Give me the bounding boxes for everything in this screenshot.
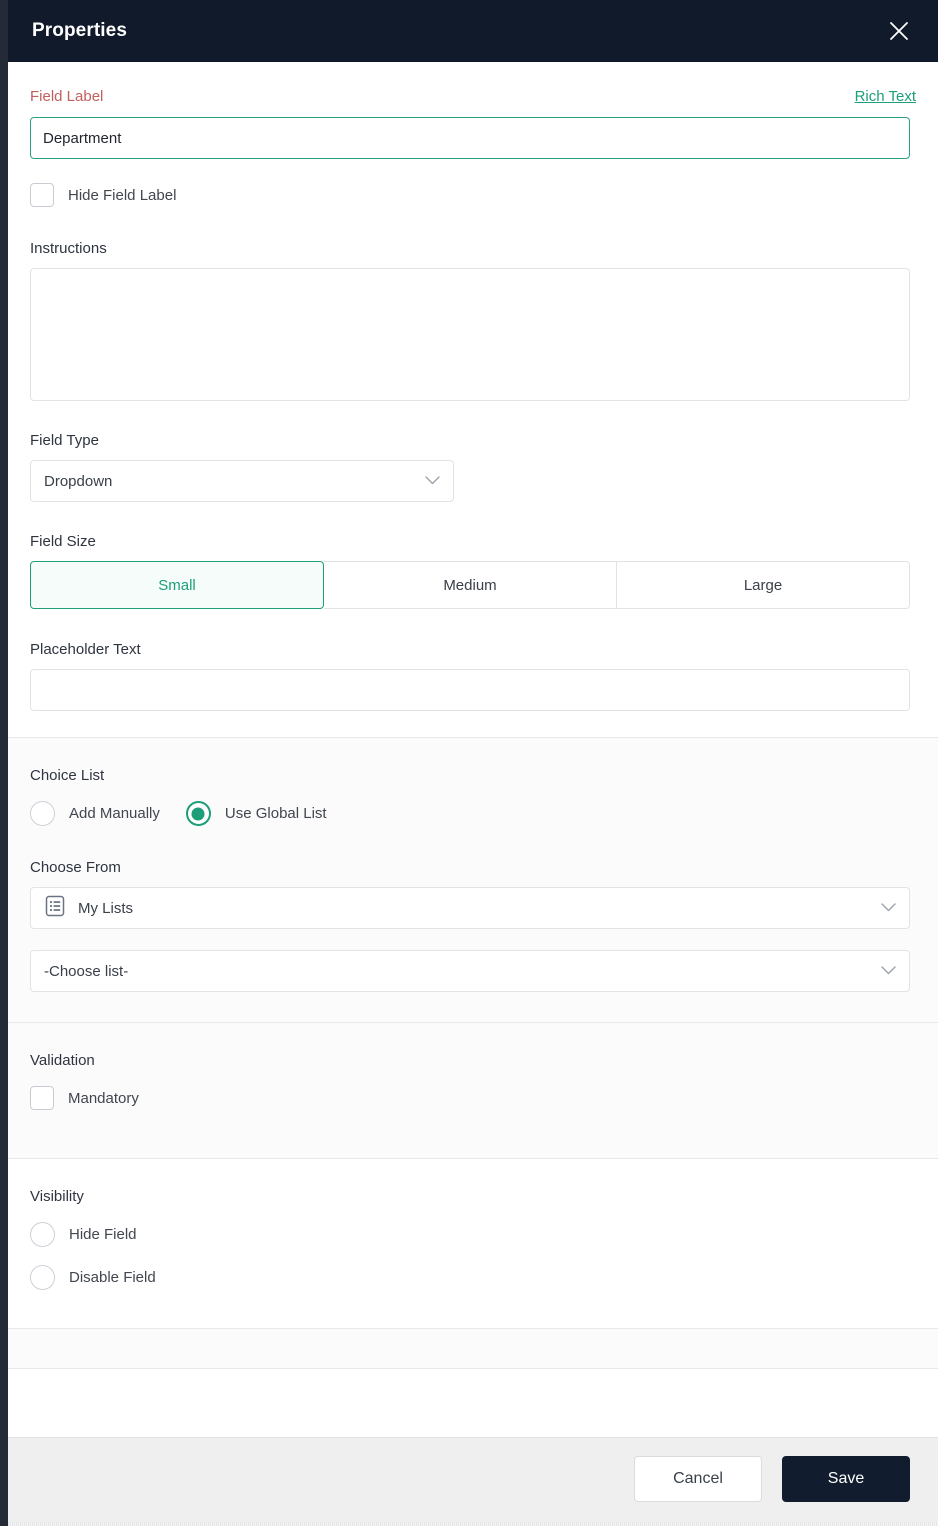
field-size-segmented-control: Small Medium Large: [30, 561, 910, 609]
rich-text-link[interactable]: Rich Text: [855, 88, 916, 105]
choose-list-select[interactable]: -Choose list-: [30, 950, 910, 992]
placeholder-text-caption: Placeholder Text: [30, 642, 916, 657]
validation-caption: Validation: [30, 1053, 916, 1068]
chevron-down-icon: [881, 899, 896, 917]
mandatory-row[interactable]: Mandatory: [30, 1086, 916, 1110]
choose-list-value: -Choose list-: [44, 963, 128, 980]
dialog-titlebar: Properties: [0, 0, 938, 62]
radio-hide-field[interactable]: [30, 1222, 55, 1247]
field-basics-section: Field Label Rich Text Hide Field Label I…: [8, 62, 938, 737]
choice-list-caption: Choice List: [30, 768, 916, 783]
field-label-header: Field Label Rich Text: [30, 88, 916, 105]
footer-bottom-edge: [8, 1522, 938, 1526]
cancel-button[interactable]: Cancel: [634, 1456, 762, 1502]
field-size-option-small[interactable]: Small: [30, 561, 324, 609]
visibility-option-label: Hide Field: [69, 1226, 137, 1243]
radio-use-global-list[interactable]: [186, 801, 211, 826]
hide-field-label-checkbox[interactable]: [30, 183, 54, 207]
field-size-option-large[interactable]: Large: [617, 561, 910, 609]
instructions-caption: Instructions: [30, 241, 916, 256]
radio-add-manually[interactable]: [30, 801, 55, 826]
visibility-caption: Visibility: [30, 1189, 916, 1204]
choose-from-source-value: My Lists: [78, 900, 133, 917]
field-type-value: Dropdown: [44, 473, 112, 490]
field-type-select[interactable]: Dropdown: [30, 460, 454, 502]
hide-field-label-text: Hide Field Label: [68, 187, 176, 204]
chevron-down-icon: [425, 472, 440, 490]
extra-settings-section: [8, 1328, 938, 1368]
field-size-option-medium[interactable]: Medium: [324, 561, 617, 609]
visibility-option-label: Disable Field: [69, 1269, 156, 1286]
dialog-footer: Cancel Save: [8, 1437, 938, 1526]
list-icon: [44, 895, 66, 922]
visibility-option-disable-field[interactable]: Disable Field: [30, 1265, 916, 1290]
page-title: Properties: [32, 20, 127, 42]
left-edge-rail: [0, 0, 8, 1526]
field-label-caption: Field Label: [30, 89, 103, 104]
choice-list-option-label: Add Manually: [69, 805, 160, 822]
choice-list-section: Choice List Add Manually Use Global List…: [8, 737, 938, 1022]
choice-list-option-label: Use Global List: [225, 805, 327, 822]
instructions-textarea[interactable]: [30, 268, 910, 401]
close-icon[interactable]: [882, 14, 916, 48]
visibility-section: Visibility Hide Field Disable Field: [8, 1158, 938, 1328]
field-type-caption: Field Type: [30, 433, 916, 448]
section-spacer: [8, 1368, 938, 1380]
properties-dialog: Properties Field Label Rich Text Hide Fi…: [0, 0, 938, 1526]
chevron-down-icon: [881, 962, 896, 980]
mandatory-checkbox[interactable]: [30, 1086, 54, 1110]
dialog-body: Field Label Rich Text Hide Field Label I…: [8, 62, 938, 1526]
hide-field-label-row[interactable]: Hide Field Label: [30, 183, 916, 207]
radio-disable-field[interactable]: [30, 1265, 55, 1290]
mandatory-label: Mandatory: [68, 1090, 139, 1107]
field-size-caption: Field Size: [30, 534, 916, 549]
choice-list-option-use-global-list[interactable]: Use Global List: [186, 801, 327, 826]
choice-list-option-add-manually[interactable]: Add Manually: [30, 801, 160, 826]
choose-from-caption: Choose From: [30, 860, 916, 875]
choice-list-radio-group: Add Manually Use Global List: [30, 801, 916, 826]
field-label-input[interactable]: [30, 117, 910, 159]
choose-from-source-select[interactable]: My Lists: [30, 887, 910, 929]
visibility-option-hide-field[interactable]: Hide Field: [30, 1222, 916, 1247]
placeholder-text-input[interactable]: [30, 669, 910, 711]
validation-section: Validation Mandatory: [8, 1022, 938, 1158]
save-button[interactable]: Save: [782, 1456, 910, 1502]
